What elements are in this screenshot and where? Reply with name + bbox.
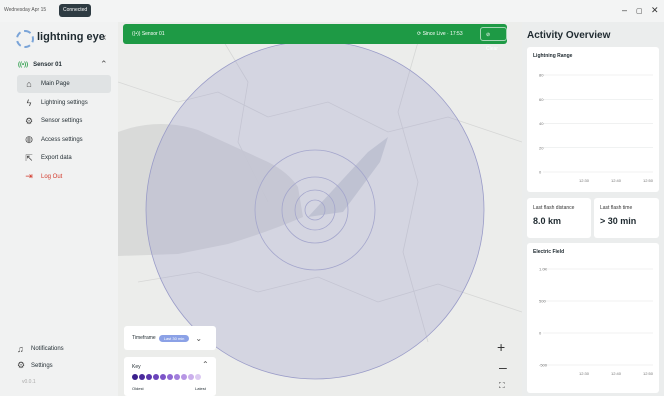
key-color-dot [160,374,166,380]
key-latest-label: Latest [195,386,206,391]
since-live-label: ⟳ Since Live · 17:53 [417,31,463,37]
x-tick-label: 12:30 [579,371,590,376]
sidebar-item-label: Export data [41,155,72,161]
sidebar-item-label: Log Out [41,173,63,180]
sidebar-item-lightning-settings[interactable]: ϟ Lightning settings [17,94,111,112]
sensor-bar-name-text: Sensor 01 [141,31,165,37]
x-tick-label: 12:40 [611,371,622,376]
title-bar: Wednesday Apr 15 Connected – ▢ ✕ [0,0,664,22]
globe-icon: ◍ [25,134,33,144]
sidebar-item-access-settings[interactable]: ◍ Access settings [17,131,111,149]
bell-icon: ♫ [17,344,24,354]
key-color-dot [146,374,152,380]
timeframe-value: Last 30 min [158,334,190,342]
x-tick-label: 12:30 [579,178,590,183]
x-tick-label: 12:50 [643,371,654,376]
sensor-selector[interactable]: ((•)) Sensor 01 [18,62,62,68]
key-color-dot [167,374,173,380]
lightning-range-chart: 80 60 40 20 0 12:30 12:40 12:50 [539,73,654,184]
fullscreen-icon[interactable]: ⛶ [499,381,505,391]
last-flash-time-value: > 30 min [600,216,637,226]
y-tick-label: 20 [539,145,544,150]
gear-icon: ⚙ [24,115,34,126]
y-tick-label: -500 [539,363,548,368]
key-color-dot [188,374,194,380]
key-color-dot [139,374,145,380]
collapse-sidebar-icon[interactable]: ‹ [103,32,106,43]
y-tick-label: 500 [539,299,546,304]
key-color-dot [132,374,138,380]
sidebar-item-label: Lightning settings [41,99,88,106]
key-oldest-label: Oldest [132,386,144,391]
sidebar-item-label: Access settings [41,136,83,143]
activity-overview-panel: Activity Overview Lightning Range 80 60 40… [522,22,664,396]
key-color-dot [195,374,201,380]
gear-icon: ⚙ [17,360,26,370]
clear-button[interactable]: ⊘ Clear [480,27,507,52]
sensor-name: Sensor 01 [33,62,62,68]
export-icon: ⇱ [25,152,33,163]
panel-title: Activity Overview [527,30,611,41]
last-flash-distance-card: Last flash distance 8.0 km [527,198,591,238]
chevron-up-icon[interactable]: ⌃ [202,360,209,369]
chevron-up-icon[interactable]: ⌃ [100,59,108,70]
last-flash-time-card: Last flash time > 30 min [594,198,659,238]
lightning-icon: ϟ [26,97,32,108]
sidebar: lightning eye ‹ ((•)) Sensor 01 ⌃ ♫ Notif… [0,22,118,396]
notifications-label: Notifications [31,346,64,352]
lightning-map[interactable]: ((•)) Sensor 01 ⟳ Since Live · 17:53 ⊘ C… [118,22,522,396]
lightning-eye-logo-icon [16,30,34,48]
electric-field-card: Electric Field 1.0K 500 0 -500 12:30 12:40 12:… [527,243,659,393]
key-title: Key [132,364,141,370]
settings-label: Settings [31,362,53,369]
logout-icon: ⇥ [25,171,33,181]
notifications-button[interactable]: ♫ Notifications [17,344,64,354]
settings-button[interactable]: ⚙ Settings [17,360,53,371]
brand-name: lightning eye [37,31,105,43]
maximize-icon[interactable]: ▢ [636,7,643,15]
y-tick-label: 40 [539,121,544,126]
zoom-out-button[interactable]: – [499,359,507,375]
sensor-status-bar: ((•)) Sensor 01 ⟳ Since Live · 17:53 ⊘ C… [123,24,507,52]
connection-status-badge: Connected [59,4,92,17]
electric-field-chart: 1.0K 500 0 -500 12:30 12:40 12:50 [539,267,654,377]
y-tick-label: 60 [539,97,544,102]
sensor-bar-name: ((•)) Sensor 01 [132,31,165,37]
sidebar-item-label: Sensor settings [41,118,83,124]
chevron-down-icon[interactable]: ⌄ [195,334,202,343]
sidebar-item-log-out[interactable]: ⇥ Log Out [17,168,111,186]
x-tick-label: 12:50 [643,178,654,183]
last-flash-distance-label: Last flash distance [533,205,575,211]
map-key: Key ⌃ Oldest Latest [124,357,216,396]
sidebar-item-label: Main Page [41,81,70,87]
key-color-scale [132,374,201,380]
close-icon[interactable]: ✕ [651,5,659,16]
zoom-in-button[interactable]: + [497,339,505,355]
key-color-dot [181,374,187,380]
signal-icon: ((•)) [18,62,29,68]
sidebar-item-export-data[interactable]: ⇱ Export data [17,149,111,167]
sidebar-item-main-page[interactable]: ⌂ Main Page [17,75,111,93]
last-flash-distance-value: 8.0 km [533,216,562,226]
last-flash-time-label: Last flash time [600,205,633,211]
y-tick-label: 1.0K [539,267,548,272]
key-color-dot [174,374,180,380]
timeframe-label: Timeframe [132,335,156,341]
key-color-dot [153,374,159,380]
minimize-icon[interactable]: – [622,5,627,15]
y-tick-label: 0 [539,331,542,336]
since-live-text: Since Live · 17:53 [422,31,463,37]
x-tick-label: 12:40 [611,178,622,183]
clear-button-label: Clear [486,46,498,52]
timeframe-selector[interactable]: Timeframe Last 30 min ⌄ [124,326,216,350]
y-tick-label: 0 [539,170,542,175]
sidebar-item-sensor-settings[interactable]: ⚙ Sensor settings [17,112,111,130]
y-tick-label: 80 [539,73,544,78]
date-label: Wednesday Apr 15 [4,7,47,13]
lightning-range-card: Lightning Range 80 60 40 20 0 12:30 12:40 12:50 [527,47,659,192]
home-icon: ⌂ [26,79,32,89]
version-label: v0.0.1 [22,379,36,385]
